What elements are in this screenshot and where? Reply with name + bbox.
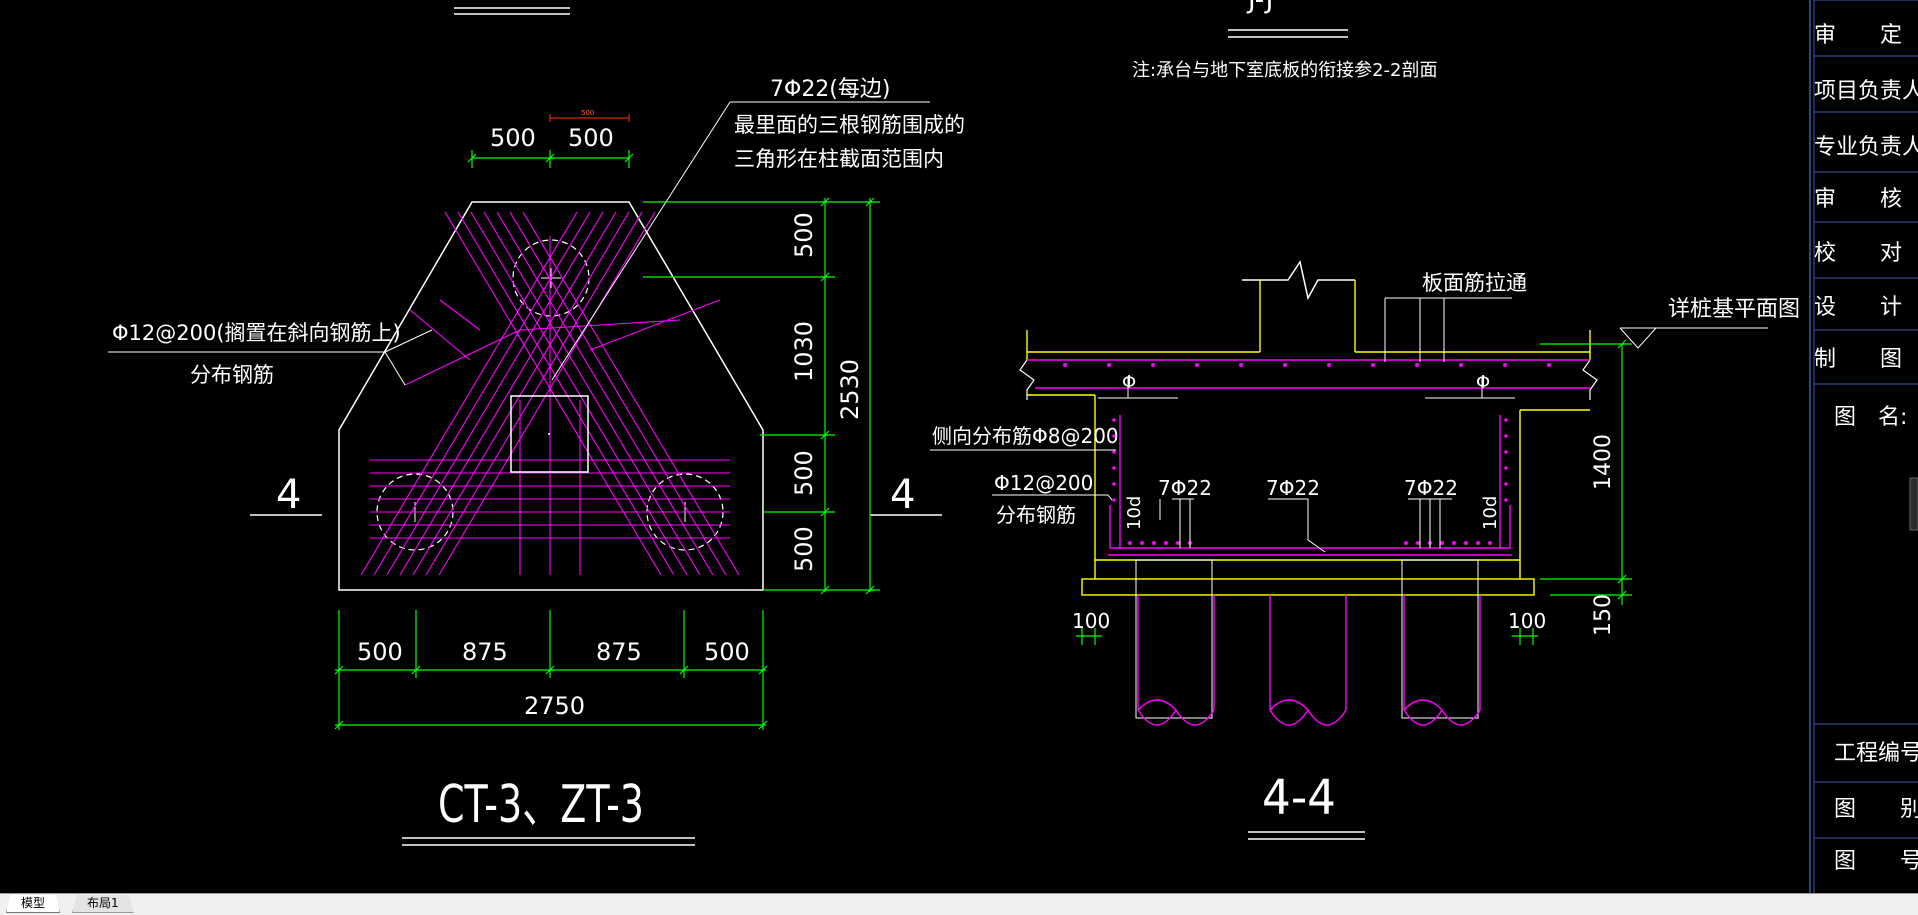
tb-drawing-no: 图 号 (1834, 849, 1918, 874)
rebar-dot (1503, 363, 1507, 367)
rebar-dot (1415, 363, 1419, 367)
label-bar-1: 7Φ22 (1158, 476, 1212, 500)
rebar-dot (1152, 541, 1156, 545)
dim-bottom-2: 875 (462, 638, 508, 666)
tb-row: 审 定 (1814, 23, 1902, 48)
rebar-dot (1504, 418, 1508, 422)
tb-row: 设 计 (1814, 295, 1902, 320)
rebar-dot (1128, 541, 1132, 545)
label-slab: 板面筋拉通 (1422, 271, 1527, 295)
rebar-dot (1327, 363, 1331, 367)
rebar-dot (1107, 363, 1111, 367)
layout-tab-bar: 模型 布局1 (0, 893, 1918, 915)
rebar-dot (1112, 418, 1116, 422)
dim-bottom-1: 500 (357, 638, 403, 666)
dim-right-total: 2530 (836, 359, 864, 420)
label-10d-right: 10d (1480, 496, 1501, 530)
label-bar-3: 7Φ22 (1404, 476, 1458, 500)
rebar-dot (1464, 541, 1468, 545)
tb-row: 专业负责人 (1814, 135, 1918, 160)
plan-title: CT-3、ZT-3 (438, 775, 644, 835)
tb-row: 制 图 (1814, 347, 1902, 372)
tb-row: 项目负责人 (1814, 79, 1918, 104)
rebar-dot (1112, 482, 1116, 486)
label-phi-left: Φ (1122, 372, 1136, 393)
label-dist2-plan: 分布钢筋 (190, 363, 274, 387)
label-dist2-section: 分布钢筋 (996, 503, 1076, 527)
label-side-bar: 侧向分布筋Φ8@200 (932, 424, 1119, 448)
dim-100-right: 100 (1508, 609, 1546, 633)
rebar-dot (1283, 363, 1287, 367)
label-bar-plan: 7Φ22(每边) (770, 77, 890, 102)
dim-bottom-4: 500 (704, 638, 750, 666)
dim-right-3: 500 (790, 450, 818, 496)
dim-top-1: 500 (490, 124, 536, 152)
rebar-dot (1063, 363, 1067, 367)
rebar-dot (1488, 541, 1492, 545)
tb-row: 审 核 (1814, 187, 1902, 212)
rebar-dot (1452, 541, 1456, 545)
section-note: 注:承台与地下室底板的衔接参2-2剖面 (1132, 60, 1437, 81)
tb-project-no: 工程编号 (1834, 741, 1918, 766)
section-title: 4-4 (1262, 770, 1336, 826)
label-dist-plan: Φ12@200(搁置在斜向钢筋上) (112, 321, 401, 345)
note-line-2: 三角形在柱截面范围内 (734, 147, 944, 171)
label-10d-left: 10d (1124, 496, 1145, 530)
rebar-dot (1504, 498, 1508, 502)
rebar-dot (1195, 363, 1199, 367)
dim-bottom-3: 875 (596, 638, 642, 666)
rebar-dot (1164, 541, 1168, 545)
rebar-dot (1404, 541, 1408, 545)
rebar-dot (1371, 363, 1375, 367)
top-partial-title: J-J (1246, 0, 1273, 15)
dim-100-left: 100 (1072, 609, 1110, 633)
dim-150: 150 (1591, 594, 1616, 636)
rebar-dot (1504, 482, 1508, 486)
rebar-dot (1112, 450, 1116, 454)
dim-bottom-total: 2750 (524, 692, 585, 720)
tb-drawing-name: 图 名: (1834, 405, 1907, 430)
tab-layout1[interactable]: 布局1 (72, 895, 134, 913)
dim-right-2: 1030 (790, 321, 818, 382)
cad-drawing-canvas[interactable]: 4 4 500 500 500 7Φ22(每边) 最里面的三根钢筋围成的 三角形… (0, 0, 1918, 893)
dim-height: 1400 (1591, 434, 1616, 490)
section-mark-right: 4 (890, 472, 915, 518)
rebar-dot (1112, 498, 1116, 502)
rebar-dot (1140, 541, 1144, 545)
rebar-dot (1504, 434, 1508, 438)
tab-model[interactable]: 模型 (6, 895, 61, 913)
rebar-dot (1176, 541, 1180, 545)
rebar-dot (1459, 363, 1463, 367)
note-line-1: 最里面的三根钢筋围成的 (734, 113, 965, 137)
side-scroll-handle[interactable] (1909, 477, 1918, 531)
rebar-dot (1476, 541, 1480, 545)
rebar-dot (1112, 466, 1116, 470)
rebar-dot (1504, 466, 1508, 470)
dim-top-small: 500 (581, 109, 594, 117)
label-bar-2: 7Φ22 (1266, 476, 1320, 500)
label-phi-right: Φ (1476, 372, 1490, 393)
rebar-dot (1504, 450, 1508, 454)
dim-top-2: 500 (568, 124, 614, 152)
dim-right-1: 500 (790, 212, 818, 258)
label-dist-section: Φ12@200 (994, 471, 1093, 495)
rebar-dot (1416, 541, 1420, 545)
rebar-dot (1547, 363, 1551, 367)
dim-right-4: 500 (790, 526, 818, 572)
label-pile-plan: 详桩基平面图 (1668, 297, 1800, 322)
rebar-dot (1151, 363, 1155, 367)
tb-category: 图 别 (1834, 797, 1918, 822)
tb-row: 校 对 (1814, 241, 1902, 266)
section-mark-left: 4 (276, 472, 301, 518)
rebar-dot (1239, 363, 1243, 367)
rebar-dot (1440, 541, 1444, 545)
